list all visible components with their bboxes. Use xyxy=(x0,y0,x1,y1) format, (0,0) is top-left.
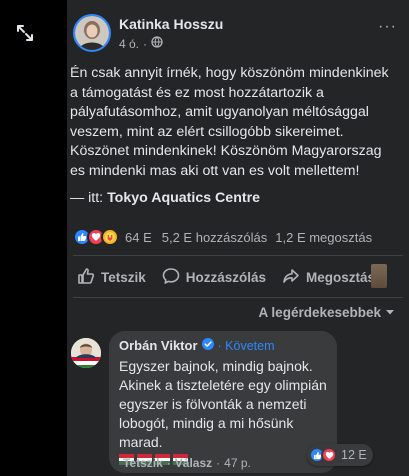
comment-reply-link[interactable]: Válasz xyxy=(175,456,212,470)
post-text-line: es mindenki mas aki ott van es volt mell… xyxy=(70,162,360,179)
separator-dot: · xyxy=(166,456,171,470)
post-text-line: Köszönet mindenkinek! Köszönöm Magyarors… xyxy=(70,143,382,159)
overlay-thumbnail xyxy=(371,264,387,288)
author-avatar[interactable] xyxy=(73,14,111,52)
comment-actions: Tetszik · Válasz · 47 p. xyxy=(123,456,251,470)
left-pane xyxy=(0,0,67,476)
author-name[interactable]: Katinka Hosszu xyxy=(119,16,223,32)
post-text: Én csak annyit írnék, hogy köszönöm mind… xyxy=(70,64,402,209)
commenter-avatar[interactable] xyxy=(71,338,101,368)
comment-button[interactable]: Hozzászólás xyxy=(154,267,274,288)
reaction-icons[interactable] xyxy=(73,228,119,246)
post-card: Katinka Hosszu 4 ó. · ··· Én csak annyit… xyxy=(67,0,409,476)
comment-count[interactable]: 5,2 E hozzászólás xyxy=(162,230,268,245)
like-button[interactable]: Tetszik xyxy=(67,267,154,288)
location-link[interactable]: Tokyo Aquatics Centre xyxy=(107,190,260,206)
post-header: Katinka Hosszu 4 ó. · ··· xyxy=(67,0,409,60)
comment-reactions[interactable]: 12 E xyxy=(307,444,373,466)
comment-text-line: Akinek a tiszteletére egy olimpián xyxy=(119,377,327,393)
thumbs-up-icon xyxy=(77,267,95,288)
post-stats: 64 E 5,2 E hozzászólás 1,2 E megosztás xyxy=(73,226,403,248)
care-reaction-icon xyxy=(101,228,119,246)
post-text-line: veszem, mint az elért csillogóbb sikerei… xyxy=(70,123,344,140)
post-meta: 4 ó. · xyxy=(119,36,163,51)
post-text-line: Én csak annyit írnék, hogy köszönöm mind… xyxy=(70,65,389,81)
like-label: Tetszik xyxy=(101,269,146,285)
comment-like-link[interactable]: Tetszik xyxy=(123,456,163,470)
share-button[interactable]: Megosztás xyxy=(274,267,383,288)
sort-label: A legérdekesebbek xyxy=(258,305,381,320)
comment-text: Egyszer bajnok, mindig bajnok. Akinek a … xyxy=(119,357,327,452)
expand-icon[interactable] xyxy=(14,22,36,44)
post-text-line: pályafutásomhoz, amit ugyanolyan méltósá… xyxy=(70,104,369,120)
comment-header: Orbán Viktor · Követem xyxy=(119,338,327,353)
comment-sort-dropdown[interactable]: A legérdekesebbek xyxy=(258,305,395,320)
commenter-name[interactable]: Orbán Viktor xyxy=(119,338,198,353)
comment-time[interactable]: 47 p. xyxy=(224,456,251,470)
comment-bubble: Orbán Viktor · Követem Egyszer bajnok, m… xyxy=(109,331,337,473)
share-label: Megosztás xyxy=(306,269,376,285)
verified-badge-icon xyxy=(201,338,214,353)
comment-text-line: lobogót, mindig a mi hősünk marad. xyxy=(119,415,294,450)
post-text-line: a támogatást és ez most hozzátartozik a xyxy=(70,84,324,101)
comment-label: Hozzászólás xyxy=(185,269,267,285)
comment-text-line: egyszer is fölvonták a nemzeti xyxy=(119,396,307,412)
post-location: — itt: Tokyo Aquatics Centre xyxy=(70,189,402,209)
divider xyxy=(73,297,403,298)
separator-dot: · xyxy=(216,456,221,470)
share-count[interactable]: 1,2 E megosztás xyxy=(275,230,372,245)
post-actions: Tetszik Hozzászólás Megosztás xyxy=(67,258,409,296)
location-prefix: — itt: xyxy=(70,190,104,206)
divider xyxy=(73,255,403,256)
globe-icon xyxy=(151,36,163,51)
share-icon xyxy=(282,267,300,288)
post-time[interactable]: 4 ó. xyxy=(119,37,139,51)
separator-dot: · xyxy=(143,36,148,51)
comment-reaction-count: 12 E xyxy=(341,448,367,462)
comment-text-line: Egyszer bajnok, mindig bajnok. xyxy=(119,358,313,374)
comment-icon xyxy=(162,267,180,288)
caret-down-icon xyxy=(385,305,395,320)
follow-status-link[interactable]: · Követem xyxy=(218,339,275,353)
more-options-button[interactable]: ··· xyxy=(378,18,397,36)
love-reaction-icon xyxy=(321,447,337,463)
reaction-count[interactable]: 64 E xyxy=(125,230,152,245)
